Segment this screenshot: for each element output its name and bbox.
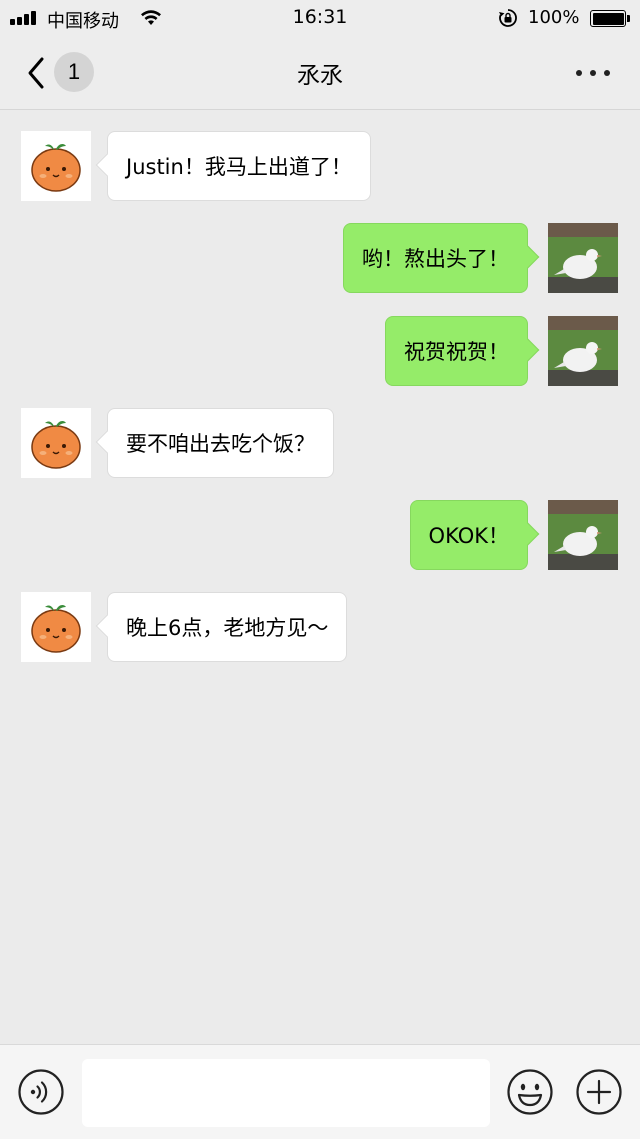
chat-header: 1 氶氶 [0,36,640,110]
plus-icon [576,1069,622,1115]
rotation-lock-icon [499,9,517,27]
emoji-button[interactable] [507,1069,553,1115]
outgoing-bubble[interactable]: OKOK！ [409,500,540,570]
battery-percent: 100% [528,7,580,28]
message-text: Justin！我马上出道了！ [126,155,352,179]
more-button[interactable] [570,58,616,88]
message-text: 晚上6点，老地方见～ [126,616,329,640]
voice-button[interactable] [18,1069,64,1115]
outgoing-bubble[interactable]: 哟！熬出头了！ [343,223,540,293]
orange-avatar[interactable] [21,131,91,201]
orange-icon [31,421,81,469]
message-row: OKOK！ [0,500,640,570]
dove-avatar[interactable] [548,223,618,293]
message-row: 哟！熬出头了！ [0,223,640,293]
dove-photo [548,223,618,293]
message-input[interactable] [82,1059,490,1127]
dove-photo [548,500,618,570]
message-text: 要不咱出去吃个饭？ [126,432,315,456]
outgoing-bubble[interactable]: 祝贺祝贺！ [385,316,540,386]
dove-photo [548,316,618,386]
message-row: 晚上6点，老地方见～ [0,592,640,662]
battery-icon [590,10,630,27]
message-text: 哟！熬出头了！ [362,247,509,271]
dove-avatar[interactable] [548,500,618,570]
voice-icon [18,1069,64,1115]
orange-avatar[interactable] [21,592,91,662]
chat-title: 氶氶 [297,63,343,89]
dove-avatar[interactable] [548,316,618,386]
message-row: 要不咱出去吃个饭？ [0,408,640,478]
more-functions-button[interactable] [576,1069,622,1115]
message-row: Justin！我马上出道了！ [0,131,640,201]
incoming-bubble[interactable]: Justin！我马上出道了！ [95,131,371,201]
message-text: 祝贺祝贺！ [404,340,509,364]
input-bar [0,1044,640,1139]
incoming-bubble[interactable]: 要不咱出去吃个饭？ [95,408,334,478]
message-row: 祝贺祝贺！ [0,316,640,386]
emoji-icon [507,1069,553,1115]
incoming-bubble[interactable]: 晚上6点，老地方见～ [95,592,348,662]
message-text: OKOK！ [428,524,509,548]
orange-icon [31,144,81,192]
more-dots-icon [576,70,582,76]
orange-icon [31,605,81,653]
orange-avatar[interactable] [21,408,91,478]
status-bar: 中国移动 16:31 100% [0,0,640,36]
